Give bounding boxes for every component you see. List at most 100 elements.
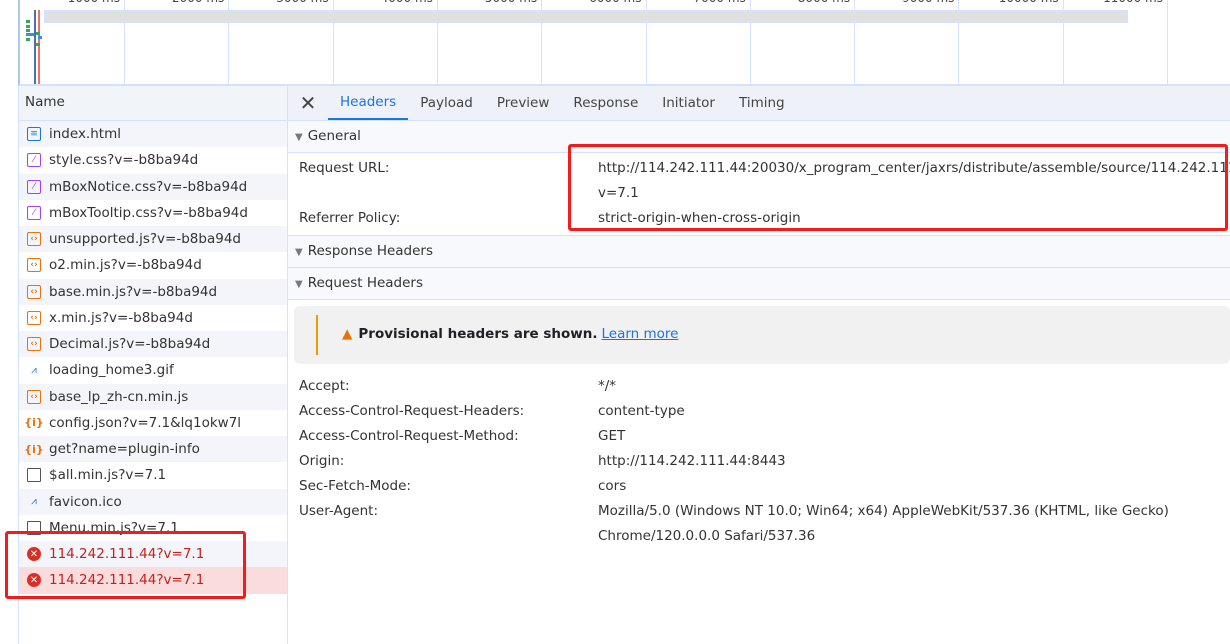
request-row[interactable]: ‹› x.min.js?v=-b8ba94d [19,305,287,331]
request-row[interactable]: ‹› o2.min.js?v=-b8ba94d [19,252,287,278]
header-name: Origin: [299,453,345,469]
tab-payload[interactable]: Payload [408,86,485,120]
header-value: content-type [598,403,685,419]
request-name: x.min.js?v=-b8ba94d [49,309,193,326]
request-row[interactable]: ≡ index.html [19,121,287,148]
request-name: o2.min.js?v=-b8ba94d [49,257,202,274]
header-name: Accept: [299,378,350,394]
request-headers-section-header[interactable]: ▼ Request Headers [288,268,1230,300]
request-name: index.html [49,126,121,143]
header-name: Access-Control-Request-Method: [299,428,519,444]
overview-range-bar[interactable] [44,10,1128,23]
timeline-tick-label: 3000 ms [276,0,332,5]
provisional-headers-warning: ▲ Provisional headers are shown. Learn mor… [294,306,1230,364]
header-name: Sec-Fetch-Mode: [299,478,411,494]
doc-file-icon: ≡ [27,127,41,142]
file-file-icon [27,468,41,483]
header-name: User-Agent: [299,503,378,519]
load-event-line [38,10,40,84]
css-file-icon: ⁄ [27,179,41,194]
request-row[interactable]: ‹› base.min.js?v=-b8ba94d [19,278,287,305]
details-tabs: ✕ Headers Payload Preview Response Initiator… [288,86,1230,121]
tab-timing[interactable]: Timing [727,86,797,120]
request-name: mBoxTooltip.css?v=-b8ba94d [49,204,248,221]
timeline-tick-label: 9000 ms [902,0,958,5]
request-header-row: Origin: http://114.242.111.44:8443 [288,449,1230,474]
css-file-icon: ⁄ [27,205,41,220]
request-header-row: Sec-Fetch-Mode: cors [288,474,1230,499]
timeline-tick-label: 6000 ms [589,0,645,5]
response-headers-section-header[interactable]: ▼ Response Headers [288,236,1230,268]
json-file-icon: {i} [24,442,44,456]
img-file-icon: ⩘ [31,364,37,376]
request-name: base.min.js?v=-b8ba94d [49,283,218,300]
tab-headers[interactable]: Headers [328,86,409,120]
js-file-icon: ‹› [27,258,41,273]
request-row[interactable]: {i} get?name=plugin-info [19,436,287,463]
timeline-tick-label: 11000 ms [1103,0,1167,5]
request-name: config.json?v=7.1&lq1okw7l [49,414,242,431]
header-name: Access-Control-Request-Headers: [299,403,525,419]
js-file-icon: ‹› [27,310,41,325]
request-name: Decimal.js?v=-b8ba94d [49,336,211,353]
json-file-icon: {i} [24,416,44,430]
js-file-icon: ‹› [27,232,41,247]
request-name: base_lp_zh-cn.min.js [49,388,189,405]
timeline-tick-label: 8000 ms [798,0,854,5]
request-row[interactable]: $all.min.js?v=7.1 [19,462,287,488]
js-file-icon: ‹› [27,337,41,352]
close-details-button[interactable]: ✕ [288,86,328,120]
js-file-icon: ‹› [27,284,41,299]
request-header-row: Access-Control-Request-Headers: content-t… [288,399,1230,424]
request-row[interactable]: ⁄ mBoxNotice.css?v=-b8ba94d [19,173,287,200]
request-name: loading_home3.gif [49,362,174,379]
request-name: get?name=plugin-info [49,441,200,458]
css-file-icon: ⁄ [27,153,41,168]
timeline-tick-label: 5000 ms [485,0,541,5]
request-name: style.css?v=-b8ba94d [49,152,199,169]
collapse-triangle-icon: ▼ [295,247,303,258]
collapse-triangle-icon: ▼ [295,132,303,143]
header-value: */* [598,378,617,394]
request-header-row: Accept: */* [288,374,1230,399]
collapse-triangle-icon: ▼ [295,279,303,290]
request-row[interactable]: ⩘ loading_home3.gif [19,357,287,383]
request-header-row: User-Agent: Mozilla/5.0 (Windows NT 10.0;… [288,499,1230,524]
request-row[interactable]: {i} config.json?v=7.1&lq1okw7l [19,410,287,436]
timeline-tick-label: 7000 ms [694,0,750,5]
header-value: http://114.242.111.44:8443 [598,453,786,469]
timeline-tick-label: 10000 ms [999,0,1063,5]
highlight-box-general [568,144,1228,231]
timeline-gridline [1167,0,1168,84]
request-name: unsupported.js?v=-b8ba94d [49,231,241,248]
dom-content-loaded-line [34,10,36,84]
request-row[interactable]: ‹› unsupported.js?v=-b8ba94d [19,226,287,253]
header-value: GET [598,428,626,444]
request-name: $all.min.js?v=7.1 [49,467,167,484]
timeline-tick-label: 1000 ms [68,0,124,5]
js-file-icon: ‹› [27,389,41,404]
header-value: cors [598,478,627,494]
tab-preview[interactable]: Preview [485,86,562,120]
highlight-box-failed-requests [5,531,246,599]
request-row[interactable]: ‹› base_lp_zh-cn.min.js [19,383,287,410]
request-row[interactable]: ⩘ favicon.ico [19,488,287,515]
network-overview-timeline[interactable]: 1000 ms 2000 ms 3000 ms 4000 ms 5000 ms 6000 … [18,0,1230,86]
header-value: Chrome/120.0.0.0 Safari/537.36 [598,528,816,544]
tab-initiator[interactable]: Initiator [650,86,727,120]
name-column-header[interactable]: Name [19,86,287,121]
request-header-row: Access-Control-Request-Method: GET [288,424,1230,449]
learn-more-link[interactable]: Learn more [601,326,678,342]
header-value: Mozilla/5.0 (Windows NT 10.0; Win64; x64… [598,503,1169,519]
request-row[interactable]: ⁄ mBoxTooltip.css?v=-b8ba94d [19,200,287,226]
request-row[interactable]: ⁄ style.css?v=-b8ba94d [19,147,287,173]
tab-response[interactable]: Response [561,86,650,120]
img-file-icon: ⩘ [31,496,37,508]
request-row[interactable]: ‹› Decimal.js?v=-b8ba94d [19,331,287,358]
timeline-tick-label: 2000 ms [172,0,228,5]
warning-icon: ▲ [342,326,353,342]
request-name: mBoxNotice.css?v=-b8ba94d [49,178,248,195]
request-header-row: Chrome/120.0.0.0 Safari/537.36 [288,524,1230,549]
timeline-tick-label: 4000 ms [381,0,437,5]
request-name: favicon.ico [49,493,122,510]
